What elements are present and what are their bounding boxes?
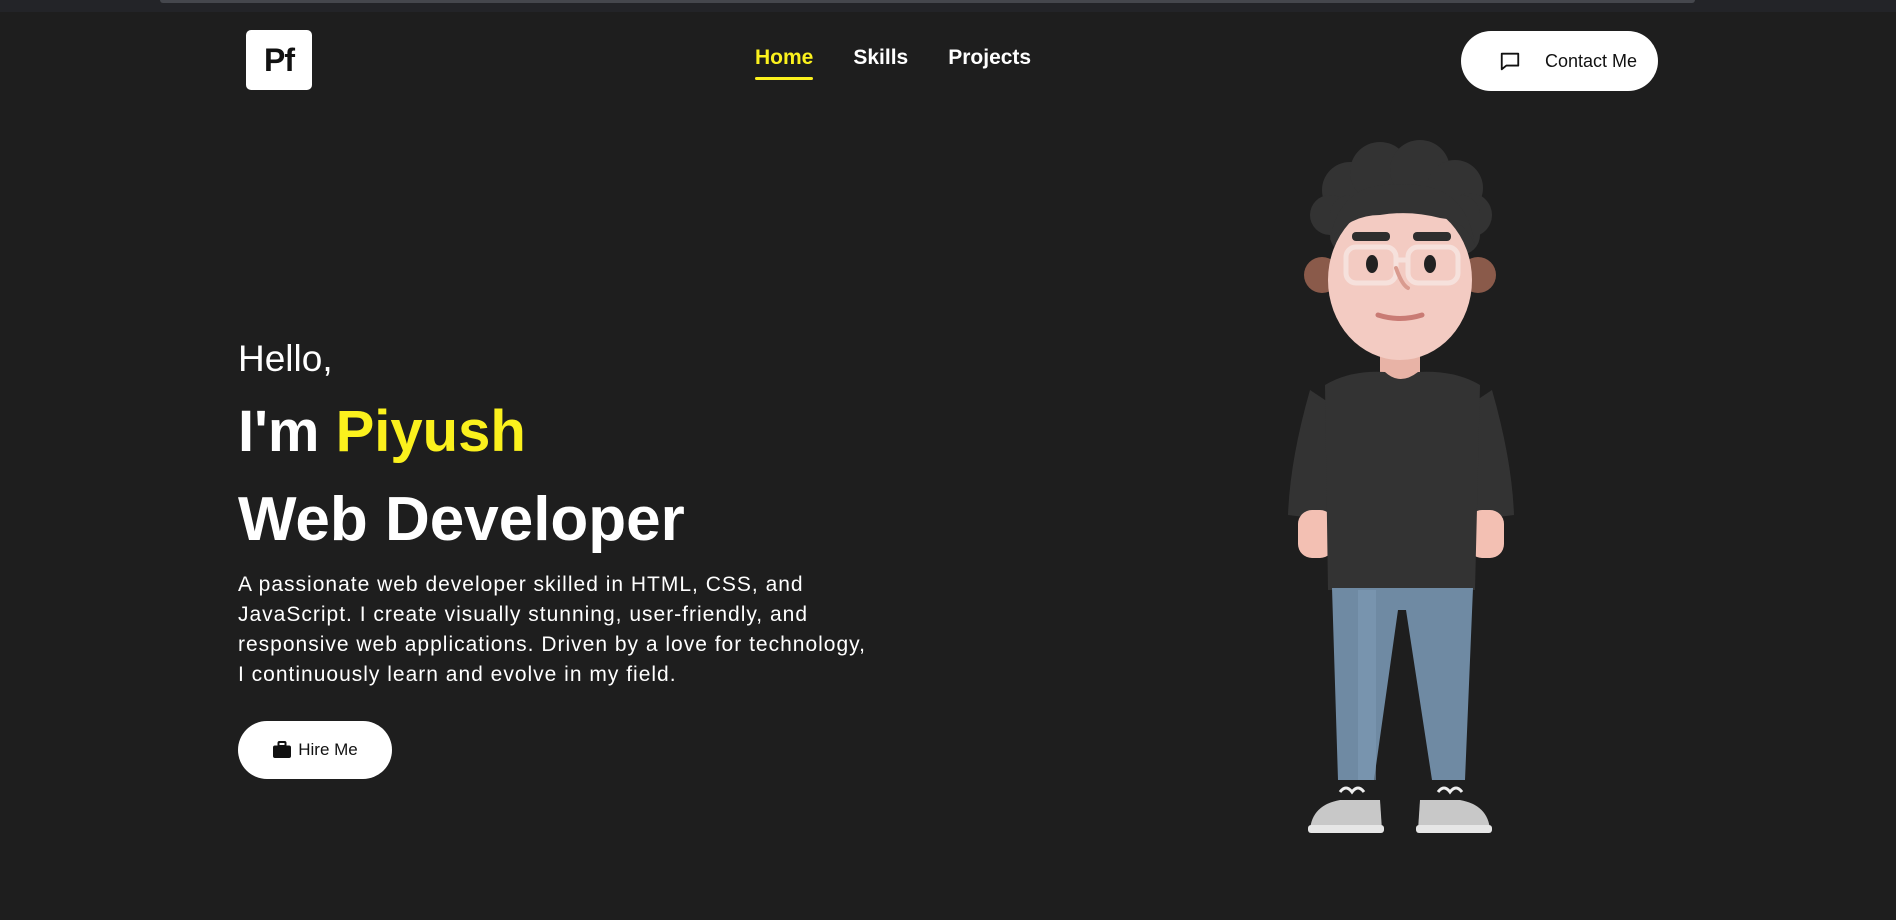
nav-skills[interactable]: Skills [853, 46, 908, 80]
contact-me-button[interactable]: Contact Me [1461, 31, 1658, 91]
role-heading: Web Developer [238, 485, 685, 554]
message-square-icon [1499, 50, 1521, 72]
contact-me-label: Contact Me [1545, 50, 1638, 71]
hire-me-button[interactable]: Hire Me [238, 721, 392, 779]
browser-scroll-track [160, 0, 1695, 3]
browser-top-strip [0, 0, 1896, 12]
main-nav: Home Skills Projects [755, 46, 1031, 80]
briefcase-icon [272, 741, 292, 759]
intro-prefix: I'm [238, 399, 336, 464]
greeting: Hello, [238, 338, 333, 379]
intro-heading: I'm Piyush [238, 398, 526, 465]
hire-me-label: Hire Me [298, 740, 358, 759]
logo[interactable]: Pf [246, 30, 312, 90]
hero-description: A passionate web developer skilled in HT… [238, 573, 866, 686]
nav-projects[interactable]: Projects [948, 46, 1031, 80]
name-highlight: Piyush [335, 399, 526, 464]
developer-avatar-illustration [1288, 140, 1514, 833]
nav-home[interactable]: Home [755, 46, 814, 80]
